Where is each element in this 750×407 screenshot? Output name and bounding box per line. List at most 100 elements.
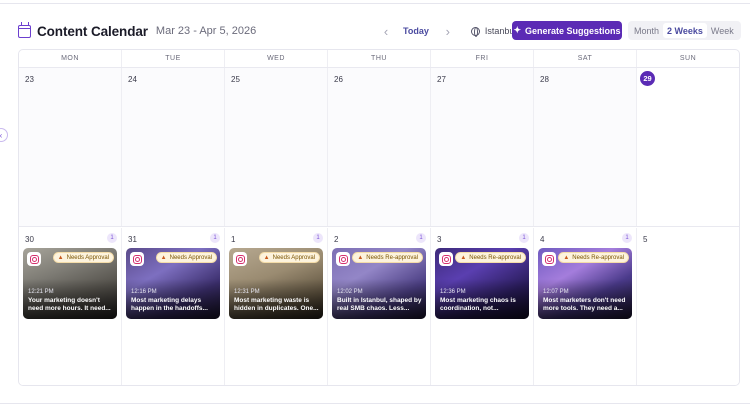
day-cell[interactable]: 30 1 ▲ Needs Approval 12:21 PM Your marke… bbox=[19, 228, 122, 385]
post-time: 12:16 PM bbox=[131, 289, 157, 295]
instagram-icon bbox=[542, 252, 556, 266]
day-number: 2 bbox=[334, 235, 339, 244]
post-time: 12:07 PM bbox=[543, 289, 569, 295]
weekday-label: MON bbox=[19, 50, 122, 67]
day-cell[interactable]: 4 1 ▲ Needs Re-approval 12:07 PM Most mar… bbox=[534, 228, 637, 385]
day-cell[interactable]: 28 bbox=[534, 68, 637, 226]
timezone-selector[interactable]: Istanbul bbox=[470, 26, 516, 37]
day-number: 28 bbox=[540, 75, 549, 84]
day-cell[interactable]: 23 bbox=[19, 68, 122, 226]
warning-icon: ▲ bbox=[563, 254, 570, 261]
warning-icon: ▲ bbox=[460, 254, 467, 261]
day-number: 3 bbox=[437, 235, 442, 244]
weekday-label: SAT bbox=[534, 50, 637, 67]
status-badge: ▲ Needs Re-approval bbox=[558, 252, 629, 263]
top-divider bbox=[0, 3, 750, 4]
day-number: 25 bbox=[231, 75, 240, 84]
post-card[interactable]: ▲ Needs Approval 12:16 PM Most marketing … bbox=[126, 248, 220, 319]
week-row: 30 1 ▲ Needs Approval 12:21 PM Your marke… bbox=[19, 228, 739, 385]
day-cell[interactable]: 1 1 ▲ Needs Approval 12:31 PM Most market… bbox=[225, 228, 328, 385]
view-toggle: Month 2 Weeks Week bbox=[628, 21, 741, 40]
warning-icon: ▲ bbox=[263, 254, 270, 261]
date-range: Mar 23 - Apr 5, 2026 bbox=[155, 25, 257, 37]
sparkle-icon: ✦ bbox=[513, 25, 521, 35]
today-button[interactable]: Today bbox=[403, 26, 429, 36]
view-week[interactable]: Week bbox=[707, 23, 738, 38]
post-caption: Most marketing waste is hidden in duplic… bbox=[234, 297, 319, 312]
day-cell[interactable]: 2 1 ▲ Needs Re-approval 12:02 PM Built in… bbox=[328, 228, 431, 385]
status-badge: ▲ Needs Re-approval bbox=[352, 252, 423, 263]
warning-icon: ▲ bbox=[57, 254, 64, 261]
generate-suggestions-button[interactable]: ✦ Generate Suggestions bbox=[512, 21, 622, 40]
day-cell[interactable]: 24 bbox=[122, 68, 225, 226]
globe-icon bbox=[470, 26, 480, 37]
day-cell[interactable]: 5 bbox=[637, 228, 739, 385]
chevron-left-icon: ‹ bbox=[0, 131, 2, 140]
day-number: 30 bbox=[25, 235, 34, 244]
day-cell[interactable]: 3 1 ▲ Needs Re-approval 12:36 PM Most mar… bbox=[431, 228, 534, 385]
instagram-icon bbox=[27, 252, 41, 266]
weekday-label: FRI bbox=[431, 50, 534, 67]
status-badge: ▲ Needs Re-approval bbox=[455, 252, 526, 263]
calendar-icon bbox=[18, 22, 31, 38]
post-card[interactable]: ▲ Needs Re-approval 12:07 PM Most markete… bbox=[538, 248, 632, 319]
post-time: 12:02 PM bbox=[337, 289, 363, 295]
day-number: 26 bbox=[334, 75, 343, 84]
post-time: 12:36 PM bbox=[440, 289, 466, 295]
post-caption: Your marketing doesn't need more hours. … bbox=[28, 297, 111, 312]
day-number: 5 bbox=[643, 235, 648, 244]
post-card[interactable]: ▲ Needs Approval 12:21 PM Your marketing … bbox=[23, 248, 117, 319]
post-caption: Most marketing delays happen in the hand… bbox=[131, 297, 208, 312]
calendar-grid: MON TUE WED THU FRI SAT SUN 23 24 25 26 … bbox=[18, 49, 740, 386]
warning-icon: ▲ bbox=[357, 254, 364, 261]
instagram-icon bbox=[336, 252, 350, 266]
day-cell[interactable]: 26 bbox=[328, 68, 431, 226]
day-cell[interactable]: 31 1 ▲ Needs Approval 12:16 PM Most marke… bbox=[122, 228, 225, 385]
day-number: 4 bbox=[540, 235, 545, 244]
post-card[interactable]: ▲ Needs Approval 12:31 PM Most marketing … bbox=[229, 248, 323, 319]
instagram-icon bbox=[130, 252, 144, 266]
generate-suggestions-label: Generate Suggestions bbox=[525, 25, 621, 36]
post-caption: Built in Istanbul, shaped by real SMB ch… bbox=[337, 297, 422, 312]
status-badge: ▲ Needs Approval bbox=[52, 252, 114, 263]
weekday-header: MON TUE WED THU FRI SAT SUN bbox=[19, 50, 739, 68]
post-time: 12:21 PM bbox=[28, 289, 54, 295]
day-number: 31 bbox=[128, 235, 137, 244]
weekday-label: SUN bbox=[679, 55, 697, 62]
weekday-label: THU bbox=[328, 50, 431, 67]
post-count-badge: 1 bbox=[107, 233, 117, 243]
day-number: 1 bbox=[231, 235, 236, 244]
warning-icon: ▲ bbox=[160, 254, 167, 261]
post-card[interactable]: ▲ Needs Re-approval 12:02 PM Built in Ist… bbox=[332, 248, 426, 319]
day-number: 24 bbox=[128, 75, 137, 84]
chevron-right-icon[interactable]: › bbox=[443, 22, 453, 40]
day-cell-today[interactable]: 29 bbox=[637, 68, 739, 226]
post-card[interactable]: ▲ Needs Re-approval 12:36 PM Most marketi… bbox=[435, 248, 529, 319]
post-count-badge: 1 bbox=[313, 233, 323, 243]
post-count-badge: 1 bbox=[416, 233, 426, 243]
page-title: Content Calendar bbox=[37, 23, 148, 39]
chevron-left-icon[interactable]: ‹ bbox=[381, 22, 391, 40]
collapse-sidebar-button[interactable]: ‹ bbox=[0, 128, 8, 142]
post-caption: Most marketers don't need more tools. Th… bbox=[543, 297, 626, 312]
post-count-badge: 1 bbox=[519, 233, 529, 243]
day-number: 23 bbox=[25, 75, 34, 84]
date-navigation: ‹ Today › Istanbul bbox=[381, 22, 517, 40]
instagram-icon bbox=[233, 252, 247, 266]
post-count-badge: 1 bbox=[210, 233, 220, 243]
week-row: 23 24 25 26 27 28 29 bbox=[19, 68, 739, 227]
day-cell[interactable]: 27 bbox=[431, 68, 534, 226]
view-2-weeks[interactable]: 2 Weeks bbox=[663, 23, 707, 38]
today-day-number: 29 bbox=[640, 71, 655, 86]
bottom-divider bbox=[0, 403, 750, 404]
post-time: 12:31 PM bbox=[234, 289, 260, 295]
status-badge: ▲ Needs Approval bbox=[258, 252, 320, 263]
post-caption: Most marketing chaos is coordination, no… bbox=[440, 297, 516, 312]
weekday-label: TUE bbox=[122, 50, 225, 67]
status-badge: ▲ Needs Approval bbox=[155, 252, 217, 263]
post-count-badge: 1 bbox=[622, 233, 632, 243]
view-month[interactable]: Month bbox=[630, 23, 663, 38]
day-number: 27 bbox=[437, 75, 446, 84]
weekday-label: WED bbox=[225, 50, 328, 67]
day-cell[interactable]: 25 bbox=[225, 68, 328, 226]
